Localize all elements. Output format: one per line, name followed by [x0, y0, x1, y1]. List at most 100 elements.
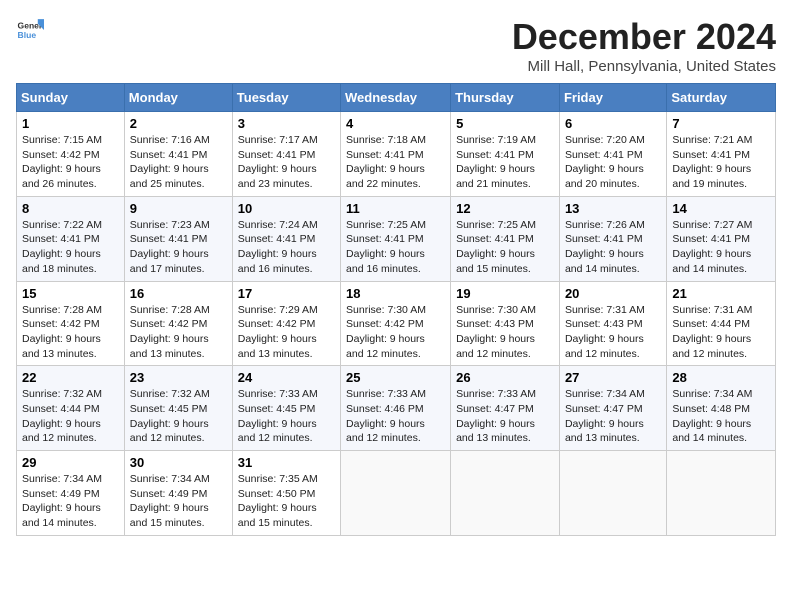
header-day-sunday: Sunday [17, 84, 125, 112]
calendar-cell [451, 451, 560, 536]
logo: General Blue [16, 16, 44, 44]
header-day-monday: Monday [124, 84, 232, 112]
calendar-cell [341, 451, 451, 536]
calendar-cell: 20 Sunrise: 7:31 AMSunset: 4:43 PMDayligh… [559, 281, 666, 366]
calendar-subtitle: Mill Hall, Pennsylvania, United States [512, 58, 776, 75]
calendar-cell: 25 Sunrise: 7:33 AMSunset: 4:46 PMDayligh… [341, 366, 451, 451]
day-number: 4 [346, 116, 445, 131]
day-number: 5 [456, 116, 554, 131]
day-number: 16 [130, 286, 227, 301]
calendar-cell: 24 Sunrise: 7:33 AMSunset: 4:45 PMDayligh… [232, 366, 340, 451]
day-number: 22 [22, 370, 119, 385]
calendar-cell: 17 Sunrise: 7:29 AMSunset: 4:42 PMDayligh… [232, 281, 340, 366]
day-number: 23 [130, 370, 227, 385]
day-info: Sunrise: 7:30 AMSunset: 4:43 PMDaylight:… [456, 303, 554, 362]
day-number: 20 [565, 286, 661, 301]
calendar-cell: 21 Sunrise: 7:31 AMSunset: 4:44 PMDayligh… [667, 281, 776, 366]
calendar-cell: 31Sunrise: 7:35 AMSunset: 4:50 PMDayligh… [232, 451, 340, 536]
calendar-cell [667, 451, 776, 536]
day-number: 3 [238, 116, 335, 131]
day-number: 19 [456, 286, 554, 301]
calendar-cell: 27 Sunrise: 7:34 AMSunset: 4:47 PMDayligh… [559, 366, 666, 451]
calendar-cell: 12Sunrise: 7:25 AMSunset: 4:41 PMDayligh… [451, 196, 560, 281]
day-info: Sunrise: 7:25 AMSunset: 4:41 PMDaylight:… [346, 218, 445, 277]
calendar-cell: 23 Sunrise: 7:32 AMSunset: 4:45 PMDayligh… [124, 366, 232, 451]
day-number: 17 [238, 286, 335, 301]
day-number: 26 [456, 370, 554, 385]
calendar-cell: 3 Sunrise: 7:17 AMSunset: 4:41 PMDaylight… [232, 112, 340, 197]
calendar-body: 1 Sunrise: 7:15 AMSunset: 4:42 PMDaylight… [17, 112, 776, 536]
day-info: Sunrise: 7:31 AMSunset: 4:43 PMDaylight:… [565, 303, 661, 362]
day-number: 29 [22, 455, 119, 470]
header-day-thursday: Thursday [451, 84, 560, 112]
day-info: Sunrise: 7:34 AMSunset: 4:47 PMDaylight:… [565, 387, 661, 446]
day-info: Sunrise: 7:19 AMSunset: 4:41 PMDaylight:… [456, 133, 554, 192]
day-number: 1 [22, 116, 119, 131]
calendar-cell: 14 Sunrise: 7:27 AMSunset: 4:41 PMDayligh… [667, 196, 776, 281]
header: General Blue December 2024 Mill Hall, Pe… [16, 16, 776, 75]
day-number: 24 [238, 370, 335, 385]
day-number: 9 [130, 201, 227, 216]
day-number: 30 [130, 455, 227, 470]
calendar-cell: 1 Sunrise: 7:15 AMSunset: 4:42 PMDaylight… [17, 112, 125, 197]
day-info: Sunrise: 7:17 AMSunset: 4:41 PMDaylight:… [238, 133, 335, 192]
day-info: Sunrise: 7:28 AMSunset: 4:42 PMDaylight:… [22, 303, 119, 362]
calendar-cell: 19 Sunrise: 7:30 AMSunset: 4:43 PMDayligh… [451, 281, 560, 366]
day-number: 13 [565, 201, 661, 216]
day-info: Sunrise: 7:34 AMSunset: 4:48 PMDaylight:… [672, 387, 770, 446]
calendar-cell: 4Sunrise: 7:18 AMSunset: 4:41 PMDaylight… [341, 112, 451, 197]
svg-text:Blue: Blue [18, 30, 37, 40]
day-info: Sunrise: 7:34 AMSunset: 4:49 PMDaylight:… [22, 472, 119, 531]
day-number: 14 [672, 201, 770, 216]
day-number: 2 [130, 116, 227, 131]
day-number: 21 [672, 286, 770, 301]
day-info: Sunrise: 7:27 AMSunset: 4:41 PMDaylight:… [672, 218, 770, 277]
calendar-cell: 8Sunrise: 7:22 AMSunset: 4:41 PMDaylight… [17, 196, 125, 281]
day-number: 28 [672, 370, 770, 385]
day-info: Sunrise: 7:35 AMSunset: 4:50 PMDaylight:… [238, 472, 335, 531]
day-number: 25 [346, 370, 445, 385]
calendar-cell: 2Sunrise: 7:16 AMSunset: 4:41 PMDaylight… [124, 112, 232, 197]
day-info: Sunrise: 7:20 AMSunset: 4:41 PMDaylight:… [565, 133, 661, 192]
day-number: 7 [672, 116, 770, 131]
day-info: Sunrise: 7:28 AMSunset: 4:42 PMDaylight:… [130, 303, 227, 362]
week-row-5: 29 Sunrise: 7:34 AMSunset: 4:49 PMDayligh… [17, 451, 776, 536]
day-number: 18 [346, 286, 445, 301]
header-day-tuesday: Tuesday [232, 84, 340, 112]
calendar-cell: 16 Sunrise: 7:28 AMSunset: 4:42 PMDayligh… [124, 281, 232, 366]
day-info: Sunrise: 7:22 AMSunset: 4:41 PMDaylight:… [22, 218, 119, 277]
calendar-cell [559, 451, 666, 536]
calendar-cell: 29 Sunrise: 7:34 AMSunset: 4:49 PMDayligh… [17, 451, 125, 536]
calendar-cell: 5 Sunrise: 7:19 AMSunset: 4:41 PMDaylight… [451, 112, 560, 197]
day-info: Sunrise: 7:30 AMSunset: 4:42 PMDaylight:… [346, 303, 445, 362]
calendar-header-row: SundayMondayTuesdayWednesdayThursdayFrid… [17, 84, 776, 112]
week-row-3: 15 Sunrise: 7:28 AMSunset: 4:42 PMDayligh… [17, 281, 776, 366]
day-info: Sunrise: 7:26 AMSunset: 4:41 PMDaylight:… [565, 218, 661, 277]
logo-icon: General Blue [16, 16, 44, 44]
day-info: Sunrise: 7:33 AMSunset: 4:45 PMDaylight:… [238, 387, 335, 446]
week-row-1: 1 Sunrise: 7:15 AMSunset: 4:42 PMDaylight… [17, 112, 776, 197]
calendar-title: December 2024 [512, 16, 776, 58]
day-info: Sunrise: 7:32 AMSunset: 4:45 PMDaylight:… [130, 387, 227, 446]
day-info: Sunrise: 7:33 AMSunset: 4:46 PMDaylight:… [346, 387, 445, 446]
day-info: Sunrise: 7:33 AMSunset: 4:47 PMDaylight:… [456, 387, 554, 446]
header-day-friday: Friday [559, 84, 666, 112]
day-number: 12 [456, 201, 554, 216]
day-info: Sunrise: 7:29 AMSunset: 4:42 PMDaylight:… [238, 303, 335, 362]
day-info: Sunrise: 7:23 AMSunset: 4:41 PMDaylight:… [130, 218, 227, 277]
header-day-wednesday: Wednesday [341, 84, 451, 112]
calendar-cell: 30Sunrise: 7:34 AMSunset: 4:49 PMDayligh… [124, 451, 232, 536]
day-info: Sunrise: 7:31 AMSunset: 4:44 PMDaylight:… [672, 303, 770, 362]
day-info: Sunrise: 7:32 AMSunset: 4:44 PMDaylight:… [22, 387, 119, 446]
day-number: 15 [22, 286, 119, 301]
calendar-cell: 26 Sunrise: 7:33 AMSunset: 4:47 PMDayligh… [451, 366, 560, 451]
calendar-cell: 7Sunrise: 7:21 AMSunset: 4:41 PMDaylight… [667, 112, 776, 197]
day-info: Sunrise: 7:15 AMSunset: 4:42 PMDaylight:… [22, 133, 119, 192]
week-row-2: 8Sunrise: 7:22 AMSunset: 4:41 PMDaylight… [17, 196, 776, 281]
day-number: 10 [238, 201, 335, 216]
day-number: 27 [565, 370, 661, 385]
calendar-cell: 28 Sunrise: 7:34 AMSunset: 4:48 PMDayligh… [667, 366, 776, 451]
day-number: 11 [346, 201, 445, 216]
calendar-cell: 9 Sunrise: 7:23 AMSunset: 4:41 PMDaylight… [124, 196, 232, 281]
header-day-saturday: Saturday [667, 84, 776, 112]
